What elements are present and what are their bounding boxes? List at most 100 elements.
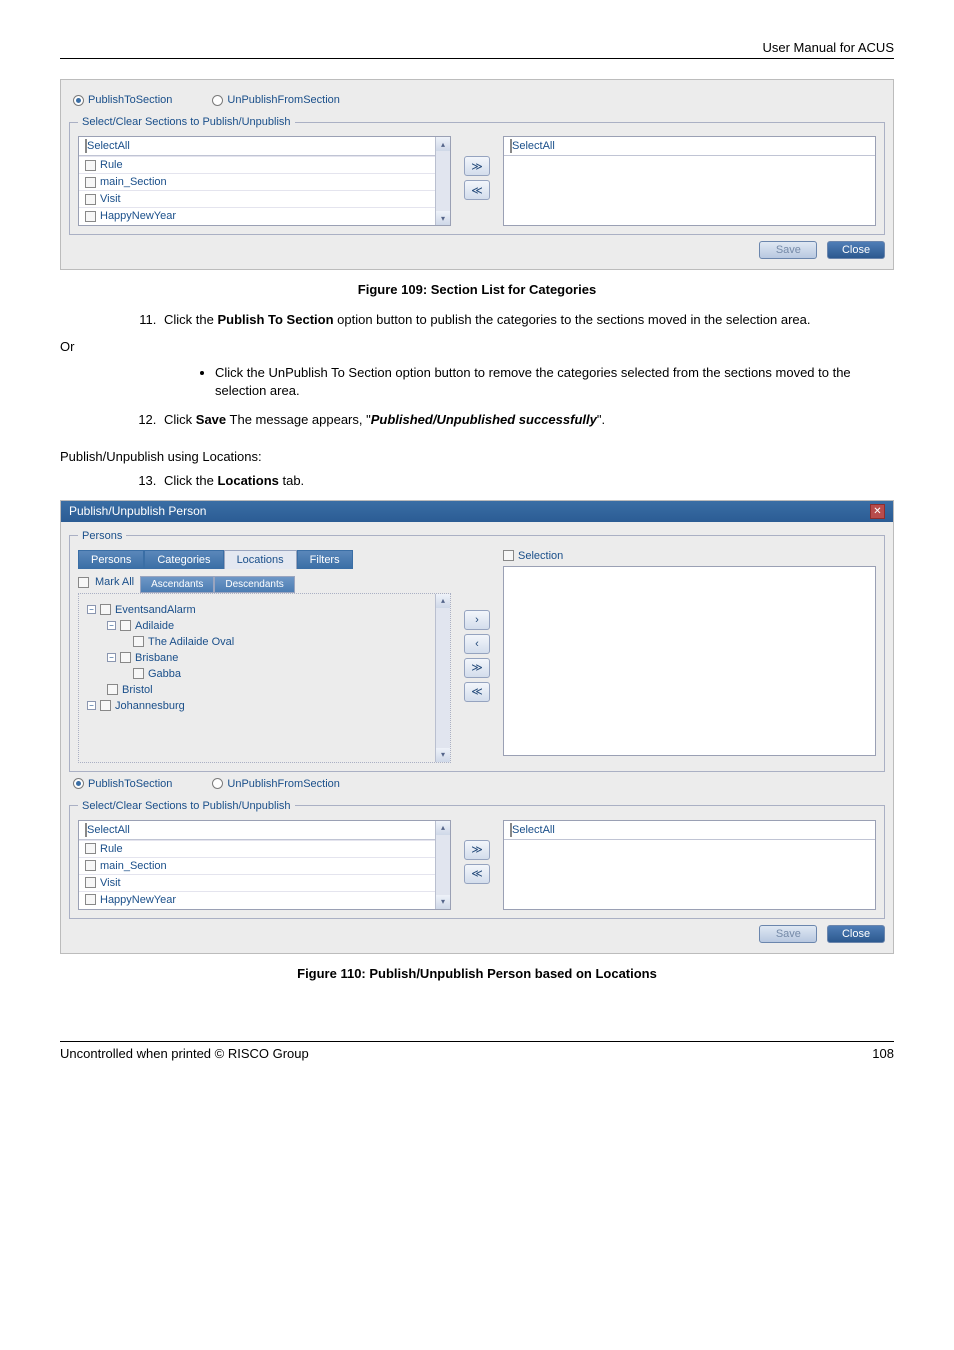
checkbox-icon[interactable] (85, 877, 96, 888)
list-item[interactable]: HappyNewYear (79, 207, 450, 224)
radio-dot-icon (212, 778, 223, 789)
publish-to-section-radio[interactable]: PublishToSection (73, 778, 172, 790)
scroll-down-icon[interactable]: ▾ (436, 748, 450, 762)
step-list: Click Save The message appears, "Publish… (160, 411, 894, 429)
list-item[interactable]: Visit (79, 874, 450, 891)
scroll-down-icon[interactable]: ▾ (436, 211, 450, 225)
move-right-button[interactable]: › (464, 610, 490, 630)
unpublish-from-section-radio[interactable]: UnPublishFromSection (212, 778, 340, 790)
available-sections-listbox[interactable]: SelectAll Rule main_Section Visit HappyN… (78, 136, 451, 226)
sections-group-legend: Select/Clear Sections to Publish/Unpubli… (78, 800, 295, 812)
radio-dot-icon (73, 778, 84, 789)
persons-legend: Persons (78, 530, 126, 542)
scroll-up-icon[interactable]: ▴ (436, 137, 450, 151)
list-item[interactable]: Rule (79, 156, 450, 173)
list-item[interactable]: Rule (79, 840, 450, 857)
list-item[interactable]: Visit (79, 190, 450, 207)
checkbox-icon[interactable] (120, 620, 131, 631)
subtab-ascendants[interactable]: Ascendants (140, 576, 214, 593)
bullet-item: Click the UnPublish To Section option bu… (215, 364, 894, 400)
persons-left-column: Persons Categories Locations Filters Mar… (78, 550, 451, 763)
button-row: Save Close (69, 925, 885, 943)
collapse-icon[interactable]: − (87, 605, 96, 614)
checkbox-icon[interactable] (133, 668, 144, 679)
footer-left: Uncontrolled when printed © RISCO Group (60, 1046, 309, 1061)
checkbox-icon[interactable] (85, 860, 96, 871)
tab-locations[interactable]: Locations (224, 550, 297, 569)
checkbox-icon[interactable] (85, 211, 96, 222)
checkbox-icon[interactable] (85, 194, 96, 205)
checkbox-icon[interactable] (85, 160, 96, 171)
locations-tree[interactable]: −EventsandAlarm −Adilaide The Adilaide O… (78, 593, 451, 763)
move-all-left-button[interactable]: ≪ (464, 682, 490, 702)
sections-group-legend: Select/Clear Sections to Publish/Unpubli… (78, 116, 295, 128)
selectall-label: SelectAll (87, 824, 130, 836)
publish-radio-label: PublishToSection (88, 94, 172, 106)
checkbox-icon[interactable] (85, 894, 96, 905)
publish-radio-row: PublishToSection UnPublishFromSection (73, 94, 885, 106)
checkbox-icon[interactable] (133, 636, 144, 647)
scroll-up-icon[interactable]: ▴ (436, 821, 450, 835)
sub-tabs: Ascendants Descendants (140, 576, 295, 593)
tab-filters[interactable]: Filters (297, 550, 353, 569)
unpublish-from-section-radio[interactable]: UnPublishFromSection (212, 94, 340, 106)
radio-dot-icon (73, 95, 84, 106)
step-13: Click the Locations tab. (160, 472, 894, 490)
scrollbar[interactable]: ▴ ▾ (435, 137, 450, 225)
selected-sections-listbox[interactable]: SelectAll (503, 820, 876, 910)
checkbox-icon[interactable] (78, 577, 89, 588)
checkbox-icon[interactable] (503, 550, 514, 561)
move-all-right-button[interactable]: ≫ (464, 840, 490, 860)
figure-caption: Figure 109: Section List for Categories (60, 282, 894, 297)
close-icon[interactable]: ✕ (870, 504, 885, 519)
dialog-title: Publish/Unpublish Person (69, 504, 206, 518)
markall-label: Mark All (95, 576, 134, 588)
save-button[interactable]: Save (759, 241, 817, 259)
checkbox-icon[interactable] (120, 652, 131, 663)
unpublish-radio-label: UnPublishFromSection (227, 94, 340, 106)
collapse-icon[interactable]: − (107, 621, 116, 630)
checkbox-icon[interactable] (100, 700, 111, 711)
publish-radio-row: PublishToSection UnPublishFromSection (73, 778, 885, 790)
list-item[interactable]: main_Section (79, 857, 450, 874)
checkbox-icon[interactable] (100, 604, 111, 615)
publish-to-section-radio[interactable]: PublishToSection (73, 94, 172, 106)
scrollbar[interactable]: ▴ ▾ (435, 594, 450, 762)
move-all-right-button[interactable]: ≫ (464, 658, 490, 678)
collapse-icon[interactable]: − (87, 701, 96, 710)
selection-listbox[interactable] (503, 566, 876, 756)
or-text: Or (60, 339, 894, 354)
sections-group: Select/Clear Sections to Publish/Unpubli… (69, 116, 885, 235)
unpublish-radio-label: UnPublishFromSection (227, 778, 340, 790)
list-item[interactable]: main_Section (79, 173, 450, 190)
sections-group: Select/Clear Sections to Publish/Unpubli… (69, 800, 885, 919)
save-button[interactable]: Save (759, 925, 817, 943)
selection-label: Selection (518, 550, 563, 562)
subtab-descendants[interactable]: Descendants (214, 576, 294, 593)
move-all-left-button[interactable]: ≪ (464, 180, 490, 200)
scroll-down-icon[interactable]: ▾ (436, 895, 450, 909)
step-list: Click the Publish To Section option butt… (160, 311, 894, 329)
close-button[interactable]: Close (827, 241, 885, 259)
selected-sections-listbox[interactable]: SelectAll (503, 136, 876, 226)
checkbox-icon[interactable] (85, 177, 96, 188)
move-left-button[interactable]: ‹ (464, 634, 490, 654)
move-all-right-button[interactable]: ≫ (464, 156, 490, 176)
button-row: Save Close (69, 241, 885, 259)
tab-categories[interactable]: Categories (144, 550, 223, 569)
scroll-up-icon[interactable]: ▴ (436, 594, 450, 608)
close-button[interactable]: Close (827, 925, 885, 943)
available-sections-listbox[interactable]: SelectAll Rule main_Section Visit HappyN… (78, 820, 451, 910)
figure-caption: Figure 110: Publish/Unpublish Person bas… (60, 966, 894, 981)
step-12: Click Save The message appears, "Publish… (160, 411, 894, 429)
tab-persons[interactable]: Persons (78, 550, 144, 569)
move-all-left-button[interactable]: ≪ (464, 864, 490, 884)
checkbox-icon[interactable] (85, 843, 96, 854)
selection-column: Selection (503, 550, 876, 756)
selectall-label: SelectAll (512, 824, 555, 836)
scrollbar[interactable]: ▴ ▾ (435, 821, 450, 909)
section-list-panel: PublishToSection UnPublishFromSection Se… (60, 79, 894, 270)
collapse-icon[interactable]: − (107, 653, 116, 662)
checkbox-icon[interactable] (107, 684, 118, 695)
list-item[interactable]: HappyNewYear (79, 891, 450, 908)
